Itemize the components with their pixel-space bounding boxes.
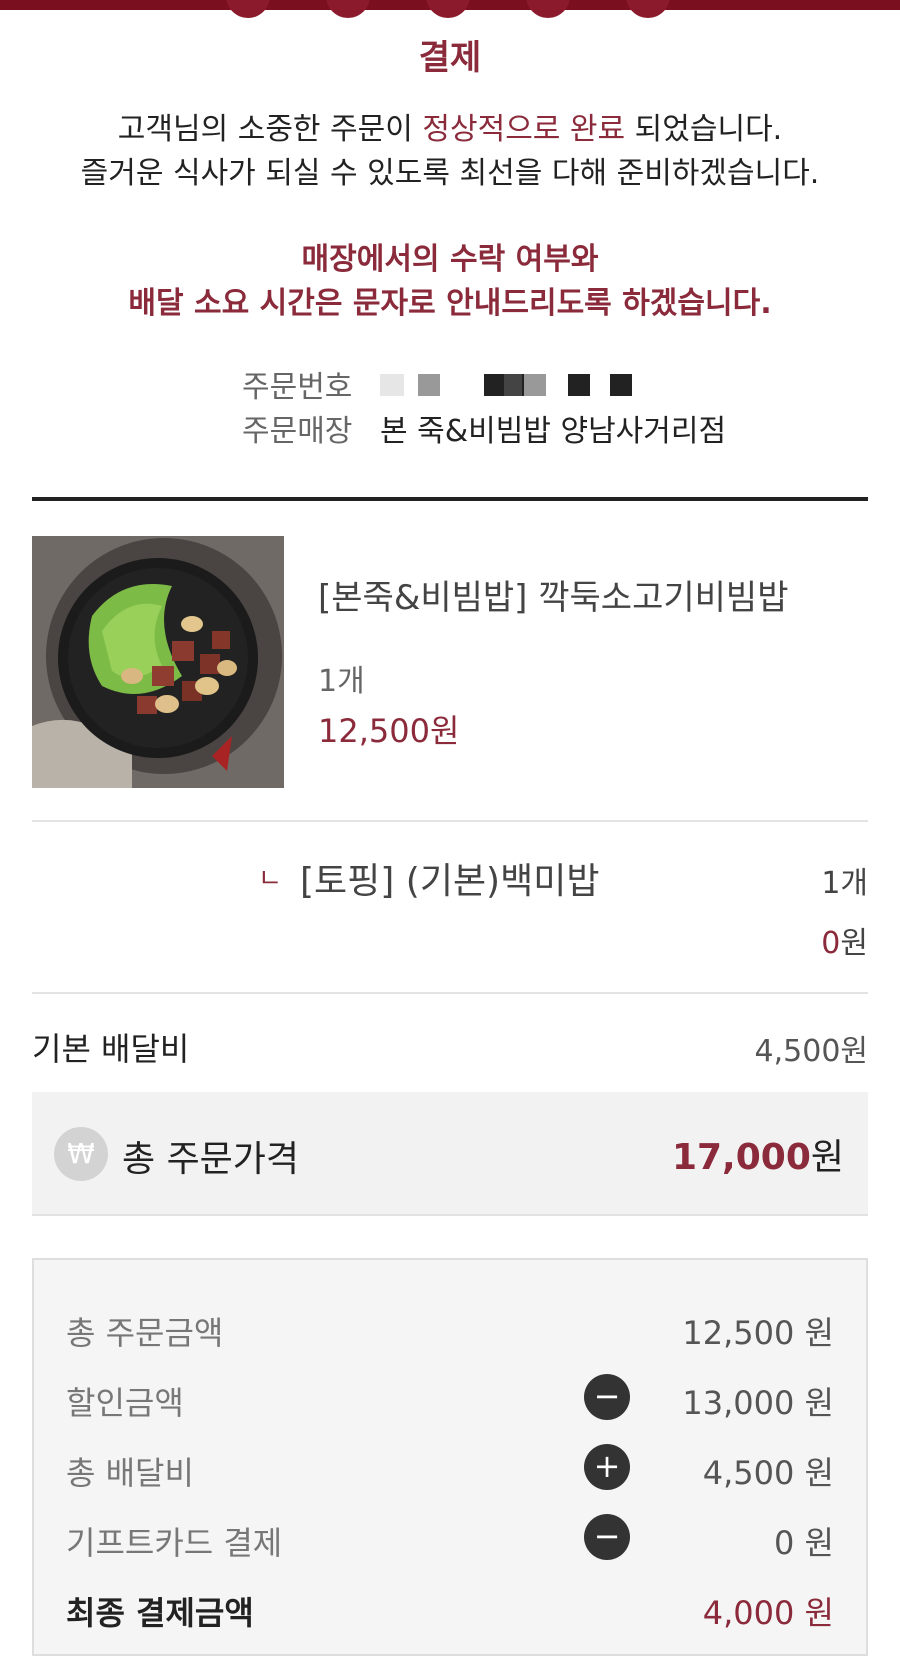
final-payment-label: 최종 결제금액: [66, 1594, 254, 1632]
summary-value: 4,500 원: [702, 1454, 834, 1492]
total-label: 총 주문가격: [122, 1139, 300, 1180]
total-order-price: ₩ 총 주문가격 17,000원: [32, 1092, 868, 1214]
total-value: 17,000원: [672, 1128, 844, 1180]
completion-message: 고객님의 소중한 주문이 정상적으로 완료 되었습니다. 즐거운 식사가 되실 …: [32, 108, 868, 196]
minus-icon: −: [584, 1374, 630, 1420]
delivery-notice: 매장에서의 수락 여부와 배달 소요 시간은 문자로 안내드리도록 하겠습니다.: [32, 238, 868, 326]
step-dot: [326, 0, 370, 18]
step-dot: [426, 0, 470, 18]
product-image: [32, 536, 284, 788]
summary-label: 총 배달비: [66, 1454, 194, 1492]
summary-label: 총 주문금액: [66, 1314, 224, 1352]
won-icon: ₩: [54, 1127, 108, 1181]
summary-label: 할인금액: [66, 1384, 184, 1422]
summary-value: 12,500 원: [682, 1314, 834, 1352]
order-store-row: 주문매장 본 죽&비빔밥 양남사거리점: [242, 410, 726, 454]
final-payment-value: 4,000 원: [702, 1594, 834, 1632]
step-indicator: [0, 0, 900, 18]
order-store-value: 본 죽&비빔밥 양남사거리점: [380, 414, 727, 449]
message-line-1: 고객님의 소중한 주문이 정상적으로 완료 되었습니다.: [32, 108, 868, 152]
topping-name: [토핑] (기본)백미밥: [300, 861, 600, 902]
divider: [32, 1214, 868, 1216]
topping-price-number: 0: [821, 926, 841, 961]
payment-summary: 총 주문금액 12,500 원 할인금액 − 13,000 원 총 배달비 + …: [32, 1258, 868, 1656]
summary-value: 13,000 원: [682, 1384, 834, 1422]
delivery-fee-value: 4,500원: [754, 1034, 868, 1069]
summary-row-giftcard: 기프트카드 결제 − 0 원: [34, 1512, 866, 1562]
summary-row-discount: 할인금액 − 13,000 원: [34, 1372, 866, 1422]
step-dot: [226, 0, 270, 18]
message-line-2: 즐거운 식사가 되실 수 있도록 최선을 다해 준비하겠습니다.: [80, 156, 820, 191]
message-text: 되었습니다.: [625, 112, 783, 147]
page-title: 결제: [418, 38, 482, 78]
plus-icon: +: [584, 1444, 630, 1490]
divider: [32, 992, 868, 994]
product-price: 12,500원: [318, 712, 460, 750]
summary-row-delivery: 총 배달비 + 4,500 원: [34, 1442, 866, 1492]
product-name: [본죽&비빔밥] 깍둑소고기비빔밥: [318, 578, 789, 618]
topping-price: 0원: [821, 918, 868, 962]
step-dot: [626, 0, 670, 18]
product-quantity: 1개: [318, 664, 365, 699]
total-value-unit: 원: [810, 1137, 844, 1178]
step-dot: [526, 0, 570, 18]
divider: [32, 820, 868, 822]
summary-label: 기프트카드 결제: [66, 1524, 283, 1562]
summary-value: 0 원: [774, 1524, 834, 1562]
order-number-label: 주문번호: [242, 370, 353, 405]
summary-row-order-amount: 총 주문금액 12,500 원: [34, 1302, 866, 1352]
topping-indent-mark: ㄴ: [258, 864, 282, 894]
topping-quantity: 1개: [821, 866, 868, 901]
notice-line-1: 매장에서의 수락 여부와: [301, 242, 599, 277]
summary-row-final: 최종 결제금액 4,000 원: [34, 1582, 866, 1632]
notice-line-2: 배달 소요 시간은 문자로 안내드리도록 하겠습니다.: [128, 286, 772, 321]
order-number-row: 주문번호: [242, 366, 380, 410]
section-divider: [32, 497, 868, 501]
topping-price-unit: 원: [840, 926, 868, 961]
minus-icon: −: [584, 1514, 630, 1560]
message-text: 고객님의 소중한 주문이: [117, 112, 423, 147]
delivery-fee-label: 기본 배달비: [32, 1030, 190, 1068]
order-store-label: 주문매장: [242, 414, 353, 449]
total-value-number: 17,000: [671, 1137, 811, 1178]
message-highlight: 정상적으로 완료: [422, 112, 626, 147]
